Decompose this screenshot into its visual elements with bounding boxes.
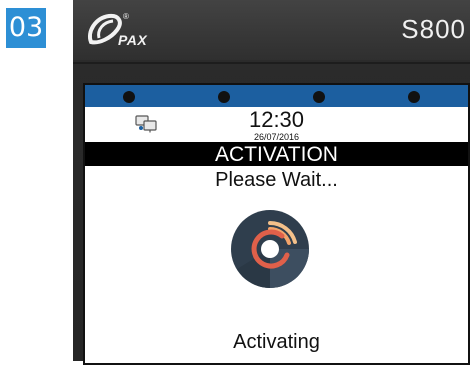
brand-name: PAX [118, 32, 148, 48]
screen-title: ACTIVATION [85, 142, 468, 166]
activation-status: Activating [233, 331, 320, 353]
wait-message: Please Wait... [215, 169, 338, 191]
step-number-badge: 03 [6, 8, 46, 48]
terminal-screen: 12:30 26/07/2016 ACTIVATION Please Wait.… [83, 83, 470, 365]
status-dot [313, 91, 325, 103]
status-dot [218, 91, 230, 103]
model-name: S800 [401, 14, 466, 44]
pax-logo: ® PAX [85, 12, 195, 52]
device-divider [73, 62, 470, 64]
status-dot [123, 91, 135, 103]
status-dot [408, 91, 420, 103]
clock-date: 26/07/2016 [253, 132, 300, 142]
progress-spinner-icon [231, 210, 309, 288]
pax-terminal: ® PAX S800 12:30 26/07/2016 ACTIVATION P… [73, 0, 470, 365]
clock-time: 12:30 [248, 107, 305, 132]
status-bar [85, 85, 468, 107]
registered-mark: ® [123, 12, 129, 21]
